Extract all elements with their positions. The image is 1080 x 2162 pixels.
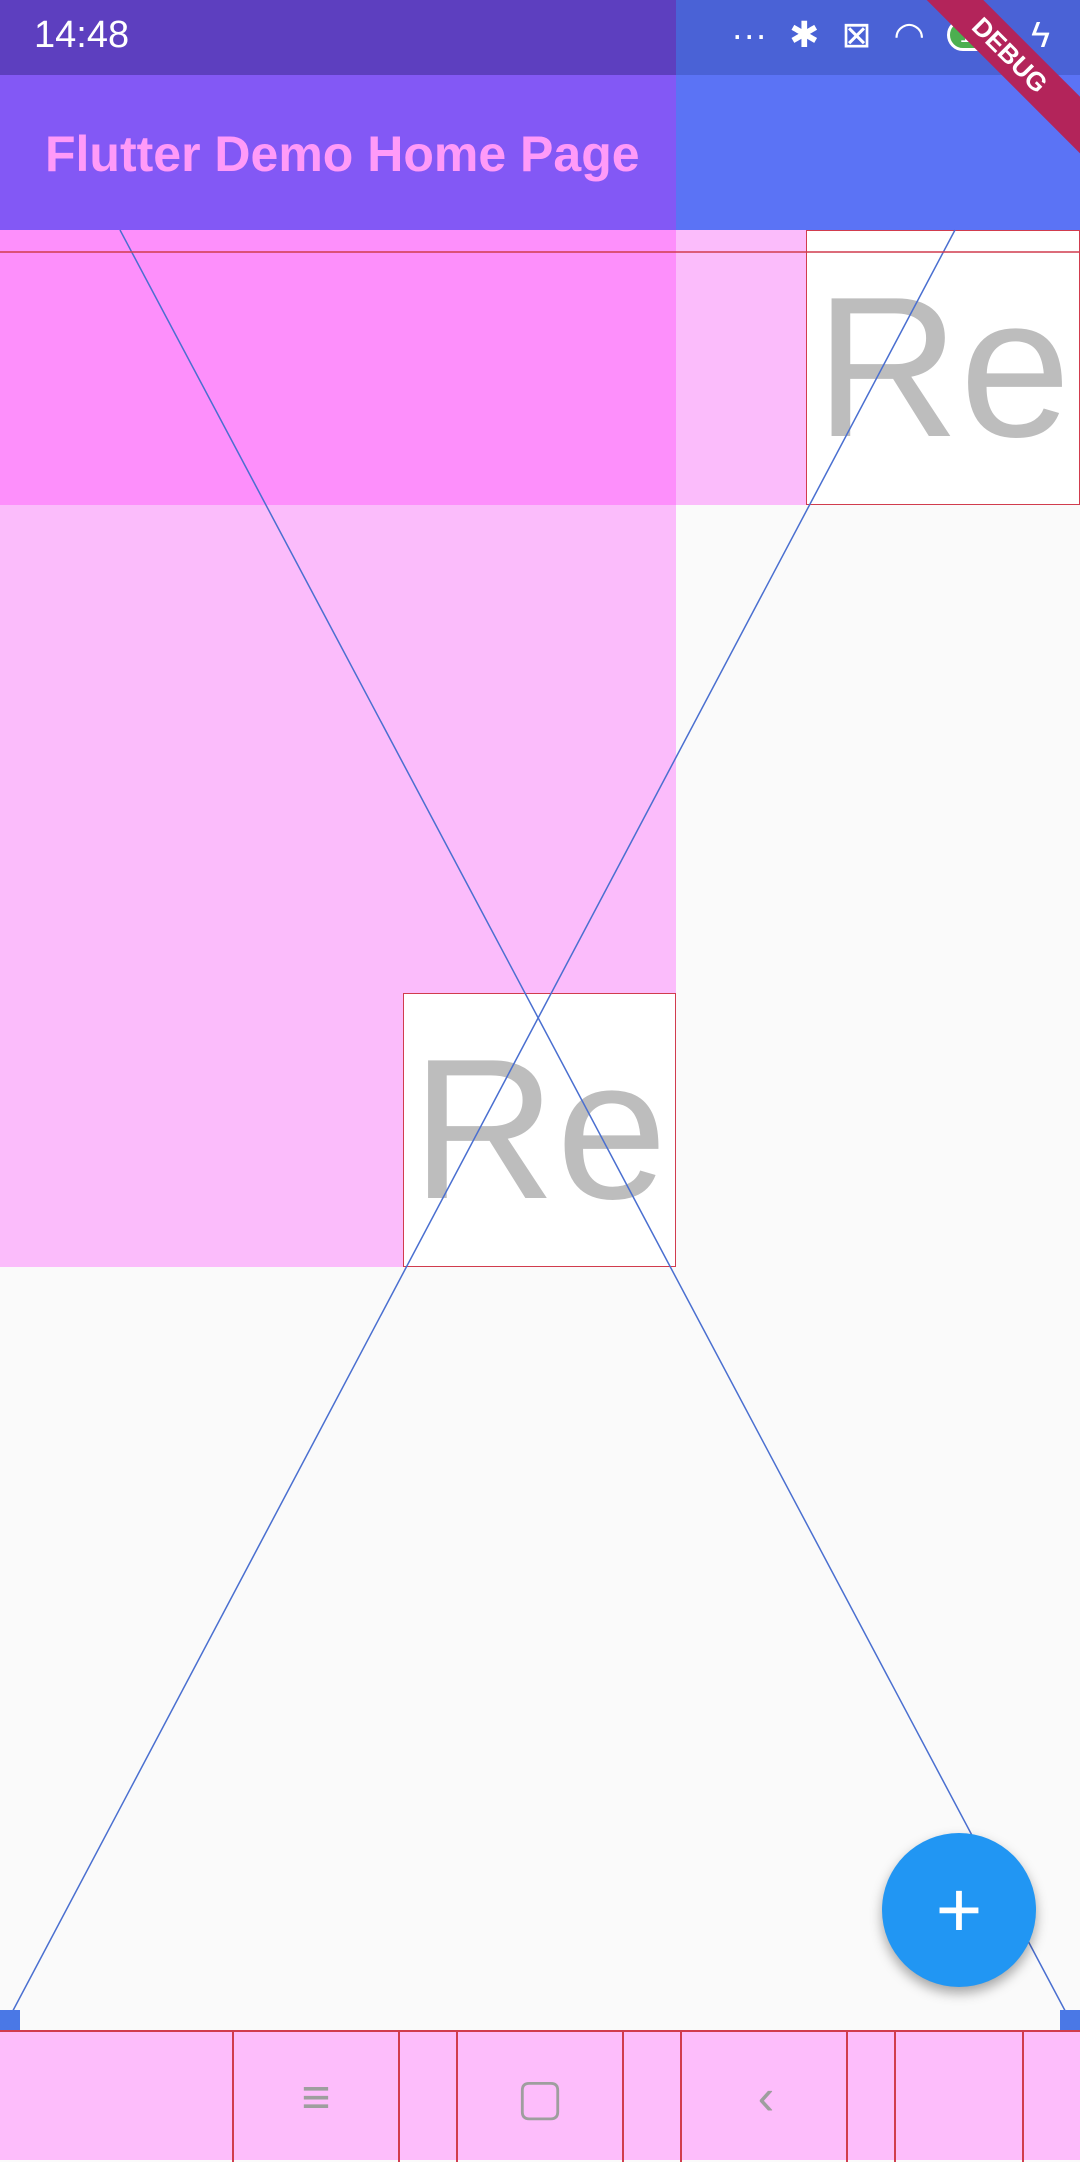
nav-divider <box>1022 2032 1024 2162</box>
page-title: Flutter Demo Home Page <box>45 126 640 182</box>
text-box-top-right: Re <box>806 230 1080 505</box>
status-bar: 14:48 ··· ✱ ⊠ ◠ 100 ϟ <box>0 0 1080 75</box>
dots-icon: ··· <box>731 14 768 55</box>
back-button[interactable]: ‹ <box>706 2052 826 2142</box>
bluetooth-icon: ✱ <box>789 14 820 55</box>
navigation-bar: ≡ ▢ ‹ <box>0 2030 1080 2162</box>
guide-corner-right <box>1060 2010 1080 2030</box>
status-time: 14:48 <box>34 14 130 56</box>
home-button[interactable]: ▢ <box>480 2052 600 2142</box>
pink-block-top-right <box>676 230 806 505</box>
nav-divider <box>398 2032 400 2162</box>
magenta-block <box>0 230 676 505</box>
nav-divider <box>680 2032 682 2162</box>
wifi-icon: ◠ <box>893 14 925 55</box>
nav-divider <box>622 2032 624 2162</box>
text-box-center: Re <box>403 993 676 1267</box>
nav-divider <box>894 2032 896 2162</box>
plus-icon: + <box>935 1865 983 1954</box>
app-bar: Flutter Demo Home Page <box>0 75 1080 230</box>
guide-corner-left <box>0 2010 20 2030</box>
back-icon: ‹ <box>757 2069 775 2125</box>
nav-divider <box>456 2032 458 2162</box>
home-icon: ▢ <box>516 2069 564 2125</box>
sim-off-icon: ⊠ <box>841 14 872 55</box>
add-fab-button[interactable]: + <box>882 1833 1036 1987</box>
menu-icon: ≡ <box>301 2069 331 2125</box>
text-re-center: Re <box>411 1018 668 1241</box>
nav-divider <box>232 2032 234 2162</box>
app-bar-tint <box>676 75 1080 230</box>
text-re-top: Re <box>815 255 1071 479</box>
nav-divider <box>846 2032 848 2162</box>
menu-button[interactable]: ≡ <box>256 2052 376 2142</box>
